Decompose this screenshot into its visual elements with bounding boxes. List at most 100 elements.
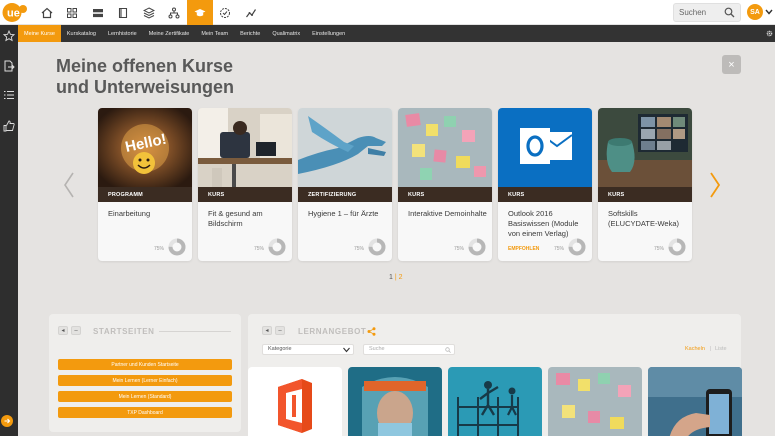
course-title: Softskills (ELUCYDATE-Weka) — [608, 209, 679, 228]
progress-ring — [368, 238, 386, 256]
view-tiles-toggle[interactable]: Kacheln — [685, 346, 705, 352]
panel-title: STARTSEITEN — [93, 327, 155, 336]
user-avatar[interactable]: SA — [747, 4, 763, 20]
book-icon — [119, 7, 128, 18]
nav-home[interactable] — [34, 0, 60, 25]
category-select-value: Kategorie — [268, 346, 292, 352]
course-card[interactable]: Hello! PROGRAMM Einarbeitung 75% — [98, 108, 192, 261]
course-tile-sticky-notes[interactable] — [548, 367, 642, 436]
startseiten-panel: ◂ – STARTSEITEN Partner und Kunden Start… — [49, 314, 241, 432]
progress-ring — [168, 238, 186, 256]
nav-stats[interactable] — [238, 0, 264, 25]
search-icon — [445, 347, 451, 353]
view-list-toggle[interactable]: Liste — [715, 346, 727, 352]
course-tile-faceshield[interactable] — [348, 367, 442, 436]
page-title-line2: und Unterweisungen — [56, 77, 235, 97]
search-placeholder: Suchen — [679, 8, 707, 17]
nav-courses[interactable] — [187, 0, 213, 25]
title-divider — [159, 331, 231, 332]
checklist-icon[interactable] — [3, 89, 15, 101]
home-icon — [41, 7, 53, 18]
outlook-logo-icon — [498, 108, 592, 187]
startseite-link-partner[interactable]: Partner und Kunden Startseite — [58, 359, 232, 370]
nav-grid[interactable] — [60, 0, 86, 25]
nav-badges[interactable] — [213, 0, 239, 25]
layers-icon — [142, 6, 155, 19]
panel-minimize-button[interactable]: – — [275, 326, 285, 335]
nav-layers[interactable] — [136, 0, 162, 25]
course-card[interactable]: ZERTIFIZIERUNG Hygiene 1 – für Ärzte 75% — [298, 108, 392, 261]
course-card[interactable]: KURS Interaktive Demoinhalte 75% — [398, 108, 492, 261]
course-tile-smartphone[interactable] — [648, 367, 742, 436]
tab-qualimatrix[interactable]: Qualimatrix — [266, 25, 306, 42]
panel-collapse-button[interactable]: ◂ — [58, 326, 68, 335]
course-image-gloves — [298, 108, 392, 187]
lernangebot-panel: ◂ – LERNANGEBOT Kategorie Suche Kacheln … — [248, 314, 742, 436]
collapse-rail-button[interactable] — [1, 415, 13, 427]
panel-minimize-button[interactable]: – — [71, 326, 81, 335]
tab-mein-team[interactable]: Mein Team — [195, 25, 234, 42]
course-image-hello: Hello! — [98, 108, 192, 187]
chart-icon — [245, 8, 256, 17]
top-bar: ue Suchen SA — [0, 0, 775, 25]
course-type-label: PROGRAMM — [98, 187, 192, 202]
gear-icon[interactable] — [766, 30, 773, 37]
graduation-cap-icon — [194, 8, 206, 16]
nav-sitemap[interactable] — [162, 0, 188, 25]
main-nav — [34, 0, 264, 25]
file-export-icon[interactable] — [3, 60, 15, 72]
tab-lernhistorie[interactable]: Lernhistorie — [102, 25, 143, 42]
page-1-link[interactable]: 1 — [389, 274, 393, 281]
catalog-search-input[interactable]: Suche — [363, 344, 455, 355]
course-card[interactable]: KURS Softskills (ELUCYDATE-Weka) 75% — [598, 108, 692, 261]
badge-check-icon — [220, 7, 231, 18]
chevron-down-icon[interactable] — [765, 9, 773, 15]
category-select[interactable]: Kategorie — [262, 344, 354, 355]
course-type-label: KURS — [198, 187, 292, 202]
nav-list[interactable] — [85, 0, 111, 25]
page-2-link[interactable]: 2 — [399, 274, 403, 281]
star-icon[interactable] — [3, 30, 15, 42]
app-logo[interactable]: ue — [2, 2, 28, 23]
course-title: Outlook 2016 Basiswissen (Module von ein… — [508, 209, 579, 238]
share-icon[interactable] — [367, 327, 376, 336]
course-card[interactable]: KURS Outlook 2016 Basiswissen (Module vo… — [498, 108, 592, 261]
progress-percent: 75% — [454, 246, 465, 252]
nav-book[interactable] — [111, 0, 137, 25]
page-title-line1: Meine offenen Kurse — [56, 56, 234, 76]
carousel-prev-icon[interactable] — [62, 170, 76, 200]
chevron-down-icon — [343, 347, 350, 353]
office-logo-icon[interactable] — [248, 367, 342, 436]
progress-ring — [668, 238, 686, 256]
tab-meine-zertifikate[interactable]: Meine Zertifikate — [143, 25, 196, 42]
course-image-sticky-notes — [398, 108, 492, 187]
pager-separator: | — [394, 274, 397, 281]
tab-kurskatalog[interactable]: Kurskatalog — [61, 25, 102, 42]
course-card[interactable]: KURS Fit & gesund am Bildschirm 75% — [198, 108, 292, 261]
startseite-link-lerner-einfach[interactable]: Mein Lernen (Lerner Einfach) — [58, 375, 232, 386]
course-title: Fit & gesund am Bildschirm — [208, 209, 263, 228]
main-content: Meine offenen Kurse und Unterweisungen ×… — [18, 42, 775, 436]
course-type-label: KURS — [398, 187, 492, 202]
tab-meine-kurse[interactable]: Meine Kurse — [18, 25, 61, 42]
panel-collapse-button[interactable]: ◂ — [262, 326, 272, 335]
progress-percent: 75% — [254, 246, 265, 252]
catalog-search-placeholder: Suche — [369, 346, 385, 352]
tab-einstellungen[interactable]: Einstellungen — [306, 25, 351, 42]
grid-icon — [67, 7, 78, 18]
course-image-desk — [198, 108, 292, 187]
startseite-link-txp-dashboard[interactable]: TXP Dashboard — [58, 407, 232, 418]
list-icon — [92, 8, 103, 17]
course-tile-construction[interactable] — [448, 367, 542, 436]
global-search[interactable]: Suchen — [673, 3, 741, 22]
left-rail — [0, 25, 18, 436]
course-image-video-call — [598, 108, 692, 187]
carousel-next-icon[interactable] — [708, 170, 722, 200]
thumbs-up-icon[interactable] — [3, 120, 15, 132]
close-button[interactable]: × — [722, 55, 741, 74]
search-icon[interactable] — [724, 7, 735, 18]
progress-ring — [568, 238, 586, 256]
startseite-link-standard[interactable]: Mein Lernen (Standard) — [58, 391, 232, 402]
tab-berichte[interactable]: Berichte — [234, 25, 266, 42]
recommended-badge: EMPFOHLEN — [508, 246, 540, 252]
